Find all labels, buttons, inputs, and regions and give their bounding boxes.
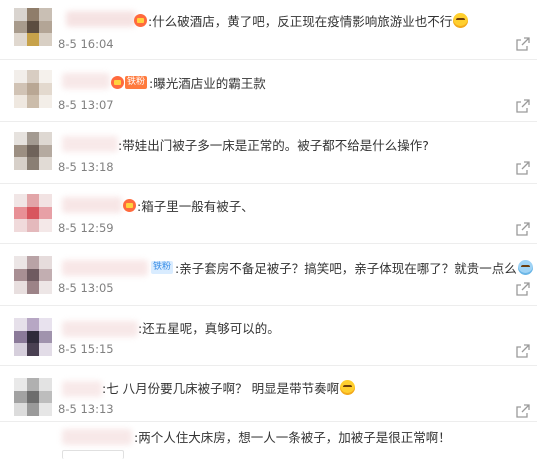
comment-text: :箱子里一般有被子、: [137, 198, 254, 214]
avatar[interactable]: [14, 132, 52, 170]
comment-text: :还五星呢，真够可以的。: [138, 320, 280, 336]
username-blurred[interactable]: [62, 321, 138, 337]
reply-box-edge: [62, 450, 124, 459]
avatar[interactable]: [14, 8, 52, 46]
comment-time: 8-5 16:04: [58, 37, 114, 51]
username-blurred[interactable]: [62, 73, 110, 89]
share-icon[interactable]: [515, 36, 531, 52]
vip-crown-icon: [111, 75, 124, 89]
share-icon[interactable]: [515, 98, 531, 114]
comment-item: 铁粉 :曝光酒店业的霸王款 8-5 13:07: [0, 60, 537, 122]
username-blurred[interactable]: [66, 11, 136, 27]
comment-time: 8-5 13:07: [58, 98, 114, 112]
avatar[interactable]: [14, 378, 52, 416]
comment-item: :还五星呢，真够可以的。 8-5 15:15: [0, 306, 537, 366]
comment-line: :七 八月份要几床被子啊？ 明显是带节奏啊: [102, 378, 356, 396]
comment-item: :箱子里一般有被子、 8-5 12:59: [0, 184, 537, 244]
share-icon[interactable]: [515, 221, 531, 237]
avatar[interactable]: [14, 194, 52, 232]
iron-fan-badge: 铁粉: [151, 260, 174, 274]
username-blurred[interactable]: [62, 381, 102, 397]
vip-crown-icon: [123, 198, 136, 212]
reply-item: :两个人住大床房，想一人一条被子，加被子是很正常啊！: [0, 422, 537, 459]
comment-line: 铁粉 :曝光酒店业的霸王款: [111, 73, 266, 91]
comment-time: 8-5 13:05: [58, 281, 114, 295]
comment-time: 8-5 13:18: [58, 160, 114, 174]
comment-line: :箱子里一般有被子、: [123, 196, 254, 214]
share-icon[interactable]: [515, 160, 531, 176]
avatar[interactable]: [14, 318, 52, 356]
comment-line: :什么破酒店，黄了吧，反正现在疫情影响旅游业也不行: [134, 11, 469, 29]
vip-crown-icon: [134, 13, 147, 27]
comment-time: 8-5 13:13: [58, 402, 114, 416]
comment-text: :七 八月份要几床被子啊？ 明显是带节奏啊: [102, 380, 340, 396]
comment-item: :七 八月份要几床被子啊？ 明显是带节奏啊 8-5 13:13: [0, 366, 537, 422]
comment-text: :亲子套房不备足被子？搞笑吧，亲子体现在哪了？就贵一点么: [175, 260, 517, 276]
comment-line: :带娃出门被子多一床是正常的。被子都不给是什么操作?: [118, 135, 429, 153]
comment-text: :两个人住大床房，想一人一条被子，加被子是很正常啊！: [134, 429, 451, 445]
share-icon[interactable]: [515, 403, 531, 419]
avatar[interactable]: [14, 256, 52, 294]
comment-text: :什么破酒店，黄了吧，反正现在疫情影响旅游业也不行: [148, 13, 453, 29]
comment-text: :曝光酒店业的霸王款: [149, 75, 266, 91]
username-blurred[interactable]: [62, 429, 132, 445]
comment-line: :两个人住大床房，想一人一条被子，加被子是很正常啊！: [134, 427, 451, 445]
share-icon[interactable]: [515, 281, 531, 297]
comment-line: 铁粉 :亲子套房不备足被子？搞笑吧，亲子体现在哪了？就贵一点么: [151, 258, 533, 276]
iron-fan-badge: 铁粉: [125, 75, 148, 89]
comment-item: :带娃出门被子多一床是正常的。被子都不给是什么操作? 8-5 13:18: [0, 122, 537, 184]
username-blurred[interactable]: [62, 136, 118, 152]
comment-line: :还五星呢，真够可以的。: [138, 318, 280, 336]
share-icon[interactable]: [515, 343, 531, 359]
emoji-icon: [517, 259, 533, 275]
comment-time: 8-5 15:15: [58, 342, 114, 356]
comment-time: 8-5 12:59: [58, 221, 114, 235]
avatar[interactable]: [14, 70, 52, 108]
emoji-icon: [340, 379, 356, 395]
comment-item: :什么破酒店，黄了吧，反正现在疫情影响旅游业也不行 8-5 16:04: [0, 0, 537, 60]
comment-text: :带娃出门被子多一床是正常的。被子都不给是什么操作?: [118, 137, 429, 153]
emoji-icon: [453, 12, 469, 28]
comment-item: 铁粉 :亲子套房不备足被子？搞笑吧，亲子体现在哪了？就贵一点么 8-5 13:0…: [0, 244, 537, 306]
username-blurred[interactable]: [62, 197, 122, 213]
username-blurred[interactable]: [62, 260, 148, 276]
